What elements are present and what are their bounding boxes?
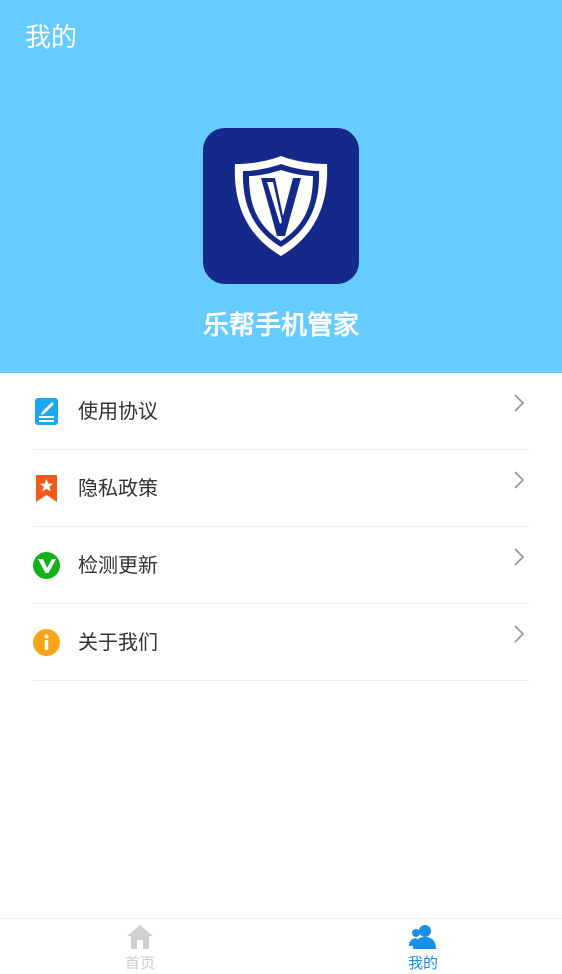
bookmark-star-icon — [36, 475, 57, 502]
tab-label: 我的 — [407, 954, 438, 972]
profile-header: 我的 乐帮手机管家 — [0, 0, 562, 373]
menu-item-label: 隐私政策 — [78, 476, 158, 500]
menu-item-label: 使用协议 — [78, 399, 158, 423]
chevron-right-icon — [514, 548, 525, 566]
home-icon — [127, 925, 153, 949]
user-icon — [409, 925, 436, 949]
shield-v-logo-icon — [234, 156, 328, 256]
bottom-tab-bar: 首页 我的 — [0, 918, 562, 974]
menu-item-label: 关于我们 — [78, 630, 158, 654]
app-logo — [203, 128, 359, 284]
settings-menu: 使用协议 隐私政策 检测更新 关于我们 — [0, 373, 562, 681]
menu-item-privacy-policy[interactable]: 隐私政策 — [33, 450, 529, 527]
chevron-right-icon — [514, 625, 525, 643]
app-name: 乐帮手机管家 — [202, 311, 359, 341]
menu-item-user-agreement[interactable]: 使用协议 — [33, 373, 529, 450]
info-icon — [33, 629, 60, 656]
chevron-right-icon — [514, 394, 525, 412]
tab-home[interactable]: 首页 — [90, 919, 190, 974]
menu-item-check-update[interactable]: 检测更新 — [33, 527, 529, 604]
document-edit-icon — [35, 398, 58, 425]
menu-item-label: 检测更新 — [78, 553, 158, 577]
chevron-right-icon — [514, 471, 525, 489]
tab-mine[interactable]: 我的 — [373, 919, 473, 974]
tab-label: 首页 — [124, 954, 155, 972]
v-update-icon — [33, 552, 60, 579]
page-title: 我的 — [25, 23, 78, 53]
menu-item-about-us[interactable]: 关于我们 — [33, 604, 529, 681]
